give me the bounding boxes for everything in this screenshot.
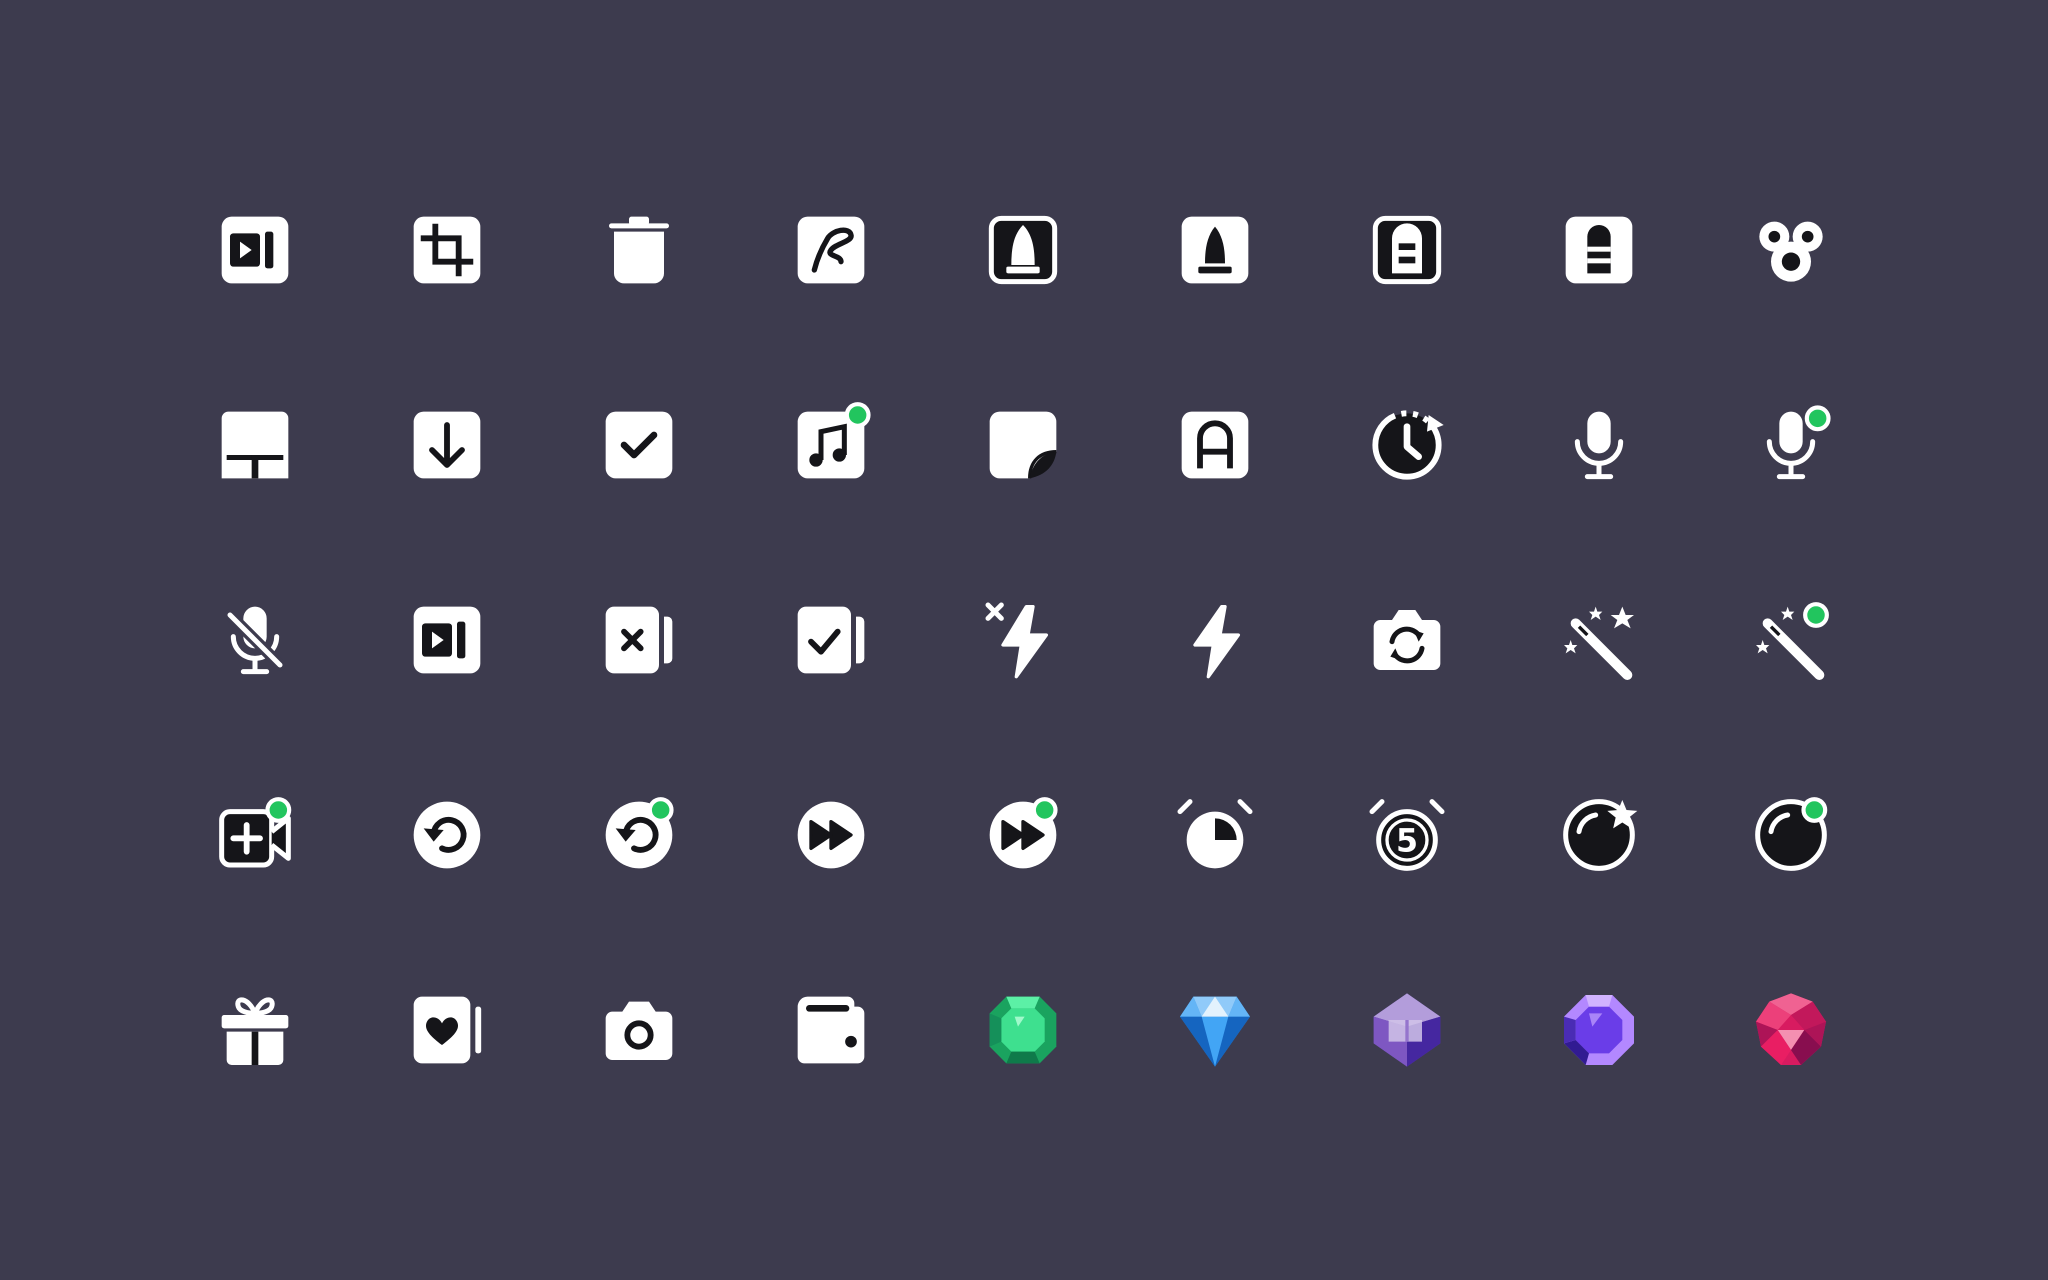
fast-forward-badge-icon (983, 795, 1063, 875)
microphone-badge-icon (1766, 405, 1831, 480)
alarm-five-icon: 5 (1367, 795, 1447, 875)
crop-icon (413, 216, 481, 284)
sapphire-gem-icon (1180, 996, 1250, 1067)
signature-icon (791, 210, 871, 290)
text-a-icon (1175, 405, 1255, 485)
gift-icon (215, 990, 295, 1070)
emerald-gem-icon (989, 996, 1057, 1064)
orb-star-icon (1559, 795, 1639, 875)
rocket-icon (1175, 210, 1255, 290)
microphone-badge-icon (1751, 405, 1831, 485)
timer-refresh-icon (1367, 405, 1447, 485)
camera-icon (605, 1001, 673, 1060)
amethyst-gem-icon (1373, 993, 1441, 1067)
tv-stand-icon (215, 405, 295, 485)
fast-forward-icon (791, 795, 871, 875)
magic-wand-badge-icon (1756, 602, 1829, 680)
replay-icon (407, 795, 487, 875)
download-icon (413, 411, 481, 479)
flash-icon (1175, 600, 1255, 680)
card-heart-icon (407, 990, 487, 1070)
microphone-icon (1559, 405, 1639, 485)
orb-star-icon (1563, 799, 1638, 871)
flash-off-icon (985, 602, 1048, 679)
microphone-off-icon (215, 600, 295, 680)
sapphire-gem-icon (1175, 990, 1255, 1070)
alarm-five-icon: 5 (1369, 799, 1445, 871)
replay-badge-icon (605, 797, 674, 869)
ruby-gem-icon (1751, 990, 1831, 1070)
magic-wand-badge-icon (1751, 600, 1831, 680)
magic-wand-icon (1559, 600, 1639, 680)
wallet-icon (797, 996, 865, 1064)
video-sidebar-icon (413, 606, 481, 674)
timer-refresh-icon (1372, 410, 1444, 480)
group-circles-icon (1759, 221, 1823, 282)
rocket-outline-icon (983, 210, 1063, 290)
alarm-pie-icon (1177, 799, 1253, 869)
magic-wand-icon (1564, 606, 1634, 680)
replay-icon (413, 801, 481, 869)
ruby-gem-icon (1756, 993, 1826, 1065)
video-add-badge-icon (215, 795, 295, 875)
fast-forward-icon (797, 801, 865, 869)
gift-icon (221, 997, 289, 1065)
text-a-icon (1181, 411, 1249, 479)
icon-grid: 5 (0, 0, 2048, 1280)
sticker-icon (989, 411, 1057, 479)
group-circles-icon (1751, 210, 1831, 290)
amethyst-gem-icon (1367, 990, 1447, 1070)
video-sidebar-icon (215, 210, 295, 290)
crop-icon (407, 210, 487, 290)
microphone-off-icon (224, 606, 286, 675)
fast-forward-badge-icon (989, 797, 1058, 869)
trash-icon (599, 210, 679, 290)
sticker-icon (983, 405, 1063, 485)
tv-stand-icon (221, 411, 289, 479)
video-sidebar-icon (221, 216, 289, 284)
flash-off-icon (983, 600, 1063, 680)
tower-icon (1565, 216, 1633, 284)
rocket-outline-icon (988, 215, 1058, 285)
camera-flip-icon (1367, 600, 1447, 680)
video-add-badge-icon (219, 797, 292, 868)
camera-flip-icon (1373, 610, 1441, 670)
card-heart-icon (413, 996, 482, 1064)
tower-outline-icon (1372, 215, 1442, 285)
microphone-icon (1574, 411, 1624, 480)
card-close-icon (605, 606, 673, 674)
orb-badge-icon (1751, 795, 1831, 875)
alarm-pie-icon (1175, 795, 1255, 875)
trash-icon (609, 216, 669, 284)
rocket-icon (1181, 216, 1249, 284)
video-sidebar-icon (407, 600, 487, 680)
svg-text:5: 5 (1396, 824, 1418, 860)
card-check-icon (791, 600, 871, 680)
violet-gem-icon (1559, 990, 1639, 1070)
tower-icon (1559, 210, 1639, 290)
download-icon (407, 405, 487, 485)
signature-icon (797, 216, 865, 284)
camera-icon (599, 990, 679, 1070)
wallet-icon (791, 990, 871, 1070)
music-badge-icon (797, 402, 871, 479)
emerald-gem-icon (983, 990, 1063, 1070)
checkbox-icon (605, 411, 673, 479)
orb-badge-icon (1755, 797, 1828, 871)
card-close-icon (599, 600, 679, 680)
music-badge-icon (791, 402, 871, 485)
replay-badge-icon (599, 795, 679, 875)
card-check-icon (797, 606, 865, 674)
tower-outline-icon (1367, 210, 1447, 290)
checkbox-icon (599, 405, 679, 485)
violet-gem-icon (1564, 995, 1634, 1065)
flash-icon (1193, 605, 1240, 679)
